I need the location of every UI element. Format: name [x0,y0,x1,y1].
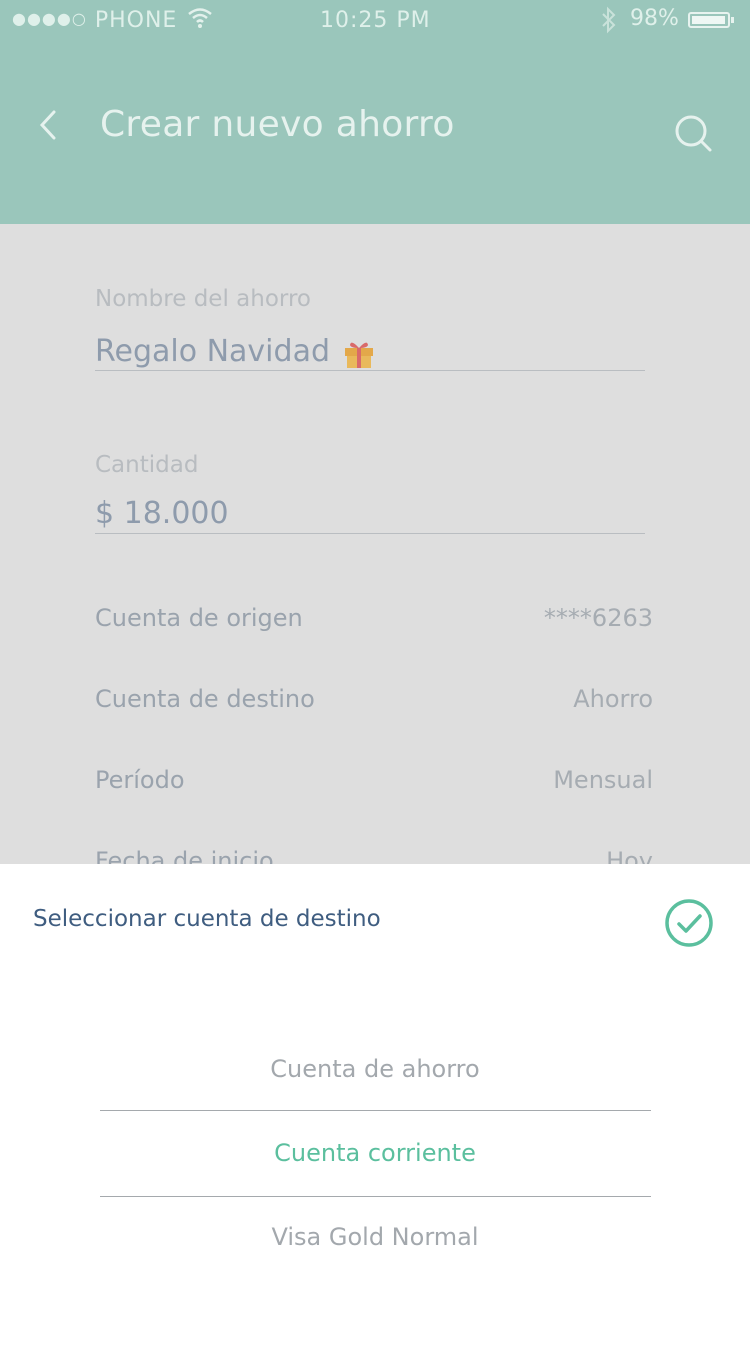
name-label: Nombre del ahorro [95,286,311,312]
row-label: Cuenta de destino [95,685,315,713]
wifi-icon [186,6,214,36]
carrier-name: PHONE [94,8,178,33]
destination-account-sheet: Seleccionar cuenta de destino Cuenta de … [0,864,750,1352]
amount-input[interactable]: $ 18.000 [95,496,229,531]
name-input[interactable]: Regalo Navidad [95,334,330,369]
chevron-left-icon[interactable] [36,104,66,148]
row-value: Mensual [553,766,653,794]
row-label: Período [95,766,185,794]
option-savings-account[interactable]: Cuenta de ahorro [100,1027,650,1111]
name-underline [95,370,645,371]
status-time: 10:25 PM [320,8,431,33]
amount-label: Cantidad [95,452,199,478]
search-icon[interactable] [672,112,714,154]
battery-fill [692,16,726,24]
page-title: Crear nuevo ahorro [100,104,455,145]
row-period[interactable]: Período Mensual [95,766,653,806]
amount-underline [95,533,645,534]
row-value: Ahorro [573,685,653,713]
option-visa-gold[interactable]: Visa Gold Normal [100,1195,650,1279]
row-origin-account[interactable]: Cuenta de origen ****6263 [95,604,653,644]
battery-percent: 98% [630,6,679,31]
sheet-title: Seleccionar cuenta de destino [33,906,381,932]
check-circle-icon[interactable] [664,898,714,948]
signal-dots: ●●●●○ [12,9,87,28]
battery-tip [731,17,734,23]
carrier: ●●●●○ PHONE [12,8,177,33]
option-checking-account[interactable]: Cuenta corriente [100,1111,650,1195]
create-saving-form: Nombre del ahorro Regalo Navidad Cantida… [0,224,750,875]
bluetooth-icon [600,6,618,40]
row-value: ****6263 [543,604,653,632]
row-label: Cuenta de origen [95,604,303,632]
row-destination-account[interactable]: Cuenta de destino Ahorro [95,685,653,725]
battery-icon [688,12,734,28]
gift-icon [342,336,376,370]
status-bar: ●●●●○ PHONE 10:25 PM 98% [0,0,750,44]
app-header: ●●●●○ PHONE 10:25 PM 98% Crear nuevo aho… [0,0,750,224]
